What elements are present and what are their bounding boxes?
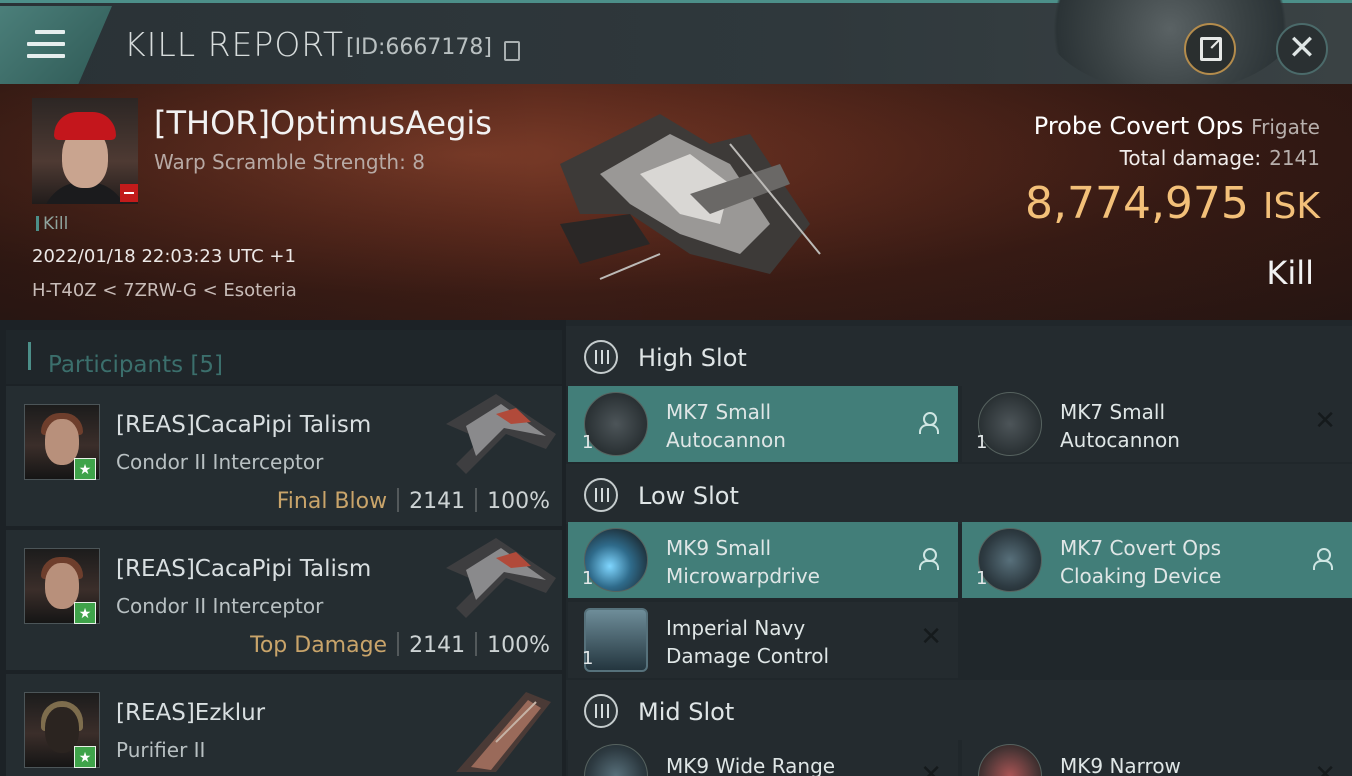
module-name: MK9 Small Microwarpdrive [666, 536, 820, 588]
module-quantity: 1 [582, 648, 594, 669]
destroyed-x-icon: ✕ [920, 622, 942, 652]
scrambler-icon [978, 744, 1042, 776]
microwarpdrive-icon [584, 528, 648, 592]
standing-negative-icon [120, 184, 138, 202]
standing-positive-icon: ★ [74, 746, 96, 768]
module-card[interactable]: 1 Imperial Navy Damage Control ✕ [568, 602, 958, 678]
dropped-person-icon [1312, 548, 1333, 570]
autocannon-icon [584, 392, 648, 456]
participant-name: [REAS]Ezklur [116, 700, 266, 726]
dropped-person-icon [918, 412, 939, 434]
planet-backdrop [1040, 0, 1300, 93]
module-card[interactable]: MK9 Wide Range ✕ [568, 738, 958, 776]
kill-location[interactable]: H-T40Z < 7ZRW-G < Esoteria [32, 280, 297, 301]
module-card[interactable]: 1 MK7 Covert Ops Cloaking Device [962, 522, 1352, 598]
module-card[interactable]: 1 MK7 Small Autocannon [568, 386, 958, 462]
victim-summary: [THOR]OptimusAegis Warp Scramble Strengt… [0, 84, 1352, 320]
module-name: MK9 Narrow [1060, 754, 1181, 776]
destroyed-x-icon: ✕ [1314, 760, 1336, 776]
mid-slot-label: Mid Slot [638, 698, 735, 726]
kill-report-window: KILL REPORT [ID:6667178] ↗ ✕ [THOR]Optim… [0, 0, 1352, 776]
participant-ship: Condor II Interceptor [116, 450, 324, 474]
menu-button[interactable] [0, 6, 112, 84]
close-button[interactable]: ✕ [1276, 23, 1328, 75]
standing-positive-icon: ★ [74, 602, 96, 624]
module-quantity: 1 [976, 432, 988, 453]
page-title: KILL REPORT [124, 25, 344, 64]
victim-name[interactable]: [THOR]OptimusAegis [154, 104, 492, 142]
module-quantity: 1 [582, 568, 594, 589]
report-id: [ID:6667178] [346, 35, 492, 60]
participant-ship: Condor II Interceptor [116, 594, 324, 618]
module-name: MK7 Small Autocannon [1060, 400, 1180, 452]
low-slot-header: Low Slot [566, 464, 1352, 524]
mid-slot-icon [584, 694, 618, 728]
participants-title: Participants [5] [48, 352, 224, 378]
participant-name: [REAS]CacaPipi Talism [116, 412, 372, 438]
participants-panel: Participants [5] ★ [REAS]CacaPipi Talism… [0, 320, 566, 776]
module-quantity: 1 [582, 432, 594, 453]
mid-slot-header: Mid Slot [566, 680, 1352, 740]
module-name: MK9 Wide Range [666, 754, 836, 776]
participant-ship-image [456, 692, 551, 772]
low-slot-label: Low Slot [638, 482, 739, 510]
target-painter-icon [584, 744, 648, 776]
autocannon-icon [978, 392, 1042, 456]
cloaking-device-icon [978, 528, 1042, 592]
module-card[interactable]: MK9 Narrow ✕ [962, 738, 1352, 776]
share-button[interactable]: ↗ [1184, 23, 1236, 75]
module-name: Imperial Navy Damage Control [666, 616, 830, 668]
participant-ship-image [446, 538, 556, 618]
kill-result: Kill [1266, 254, 1314, 292]
dropped-person-icon [918, 548, 939, 570]
participant-card[interactable]: ★ [REAS]Ezklur Purifier II [6, 674, 562, 776]
module-quantity: 1 [976, 568, 988, 589]
participant-name: [REAS]CacaPipi Talism [116, 556, 372, 582]
copy-id-icon[interactable] [504, 41, 520, 61]
high-slot-label: High Slot [638, 344, 747, 372]
victim-ship-type[interactable]: Probe Covert Ops Frigate [1034, 112, 1320, 140]
participant-stats: Top Damage 2141 100% [250, 632, 550, 658]
standing-positive-icon: ★ [74, 458, 96, 480]
module-card[interactable]: 1 MK9 Small Microwarpdrive [568, 522, 958, 598]
isk-value: 8,774,975 ISK [1024, 178, 1320, 229]
kill-tag: Kill [36, 214, 68, 234]
high-slot-icon [584, 340, 618, 374]
kill-datetime: 2022/01/18 22:03:23 UTC +1 [32, 246, 296, 267]
destroyed-x-icon: ✕ [1314, 406, 1336, 436]
module-name: MK7 Covert Ops Cloaking Device [1060, 536, 1222, 588]
participant-ship: Purifier II [116, 738, 206, 762]
victim-ship-image[interactable] [540, 104, 830, 284]
menu-icon [27, 30, 65, 60]
fitting-panel: High Slot 1 MK7 Small Autocannon 1 MK7 Sm… [566, 320, 1352, 776]
low-slot-icon [584, 478, 618, 512]
participant-card[interactable]: ★ [REAS]CacaPipi Talism Condor II Interc… [6, 530, 562, 670]
participant-card[interactable]: ★ [REAS]CacaPipi Talism Condor II Interc… [6, 386, 562, 526]
module-name: MK7 Small Autocannon [666, 400, 786, 452]
participants-header: Participants [5] [6, 330, 562, 384]
top-bar: KILL REPORT [ID:6667178] ↗ ✕ [0, 0, 1352, 93]
participant-stats: Final Blow 2141 100% [276, 488, 550, 514]
destroyed-x-icon: ✕ [920, 760, 942, 776]
participant-ship-image [446, 394, 556, 474]
high-slot-header: High Slot [566, 326, 1352, 386]
total-damage: Total damage: 2141 [1119, 146, 1320, 170]
module-card[interactable]: 1 MK7 Small Autocannon ✕ [962, 386, 1352, 462]
warp-scramble-strength: Warp Scramble Strength: 8 [154, 150, 425, 174]
damage-control-icon [584, 608, 648, 672]
